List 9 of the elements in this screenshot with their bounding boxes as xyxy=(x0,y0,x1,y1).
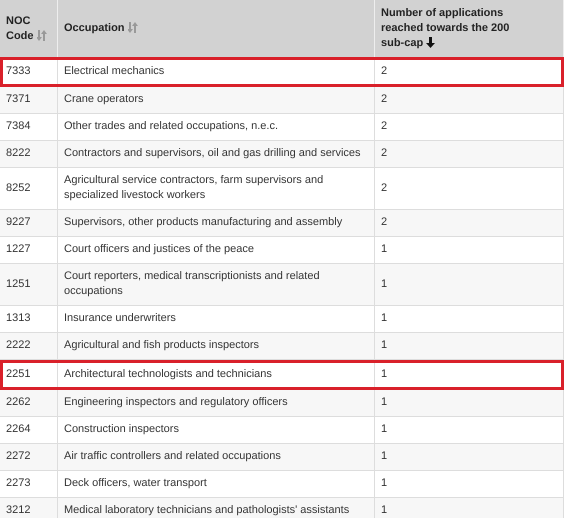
sort-icon[interactable] xyxy=(128,22,138,33)
column-header[interactable]: Number of applications reached towards the 200 sub-cap xyxy=(375,0,564,57)
code-cell: 3212 xyxy=(0,498,58,518)
column-header[interactable]: Occupation xyxy=(58,0,375,57)
column-header[interactable]: NOC Code xyxy=(0,0,58,57)
sort-icon[interactable] xyxy=(36,30,46,40)
occupation-cell: Medical laboratory technicians and pathologists' assistants xyxy=(58,498,375,518)
sort-descending-icon[interactable] xyxy=(426,37,436,48)
count-cell: 1 xyxy=(375,498,564,518)
